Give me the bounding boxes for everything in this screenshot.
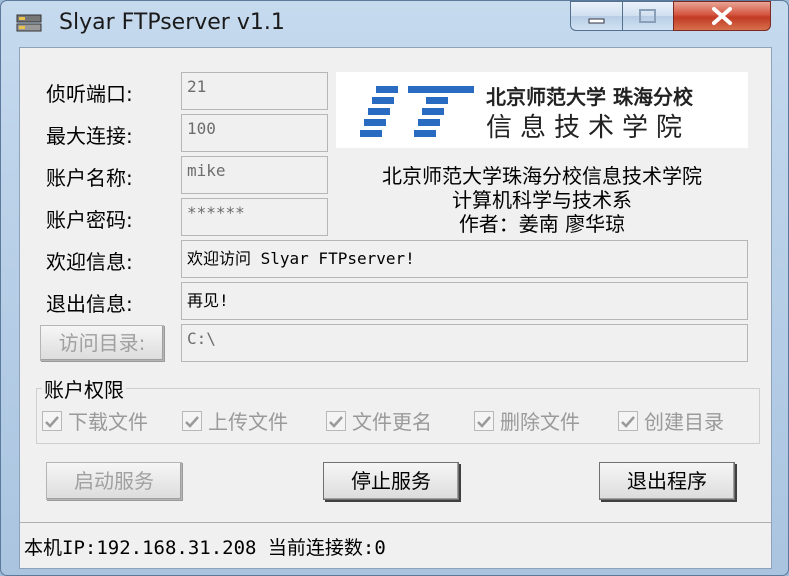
permissions-title: 账户权限 (42, 374, 126, 403)
status-text: 本机IP:192.168.31.208 当前连接数:0 (24, 537, 386, 559)
max-connections-label: 最大连接: (46, 124, 133, 148)
app-window: Slyar FTPserver v1.1 侦听端口: 21 最大连接: 100 … (0, 0, 789, 576)
rename-permission-checkbox[interactable]: 文件更名 (326, 406, 432, 434)
info-authors: 作者：姜南 廖华琼 (458, 212, 626, 236)
main-panel: 侦听端口: 21 最大连接: 100 账户名称: mike 账户密码: ****… (19, 47, 772, 569)
rename-permission-label: 文件更名 (352, 410, 432, 434)
welcome-label: 欢迎信息: (46, 250, 133, 274)
logo-line2: 信息技术学院 (486, 113, 690, 143)
minimize-icon (588, 18, 605, 24)
checkbox-icon (326, 411, 346, 431)
status-bar: 本机IP:192.168.31.208 当前连接数:0 (20, 522, 771, 569)
logo-line1: 北京师范大学 珠海分校 (486, 85, 694, 109)
max-connections-field[interactable]: 100 (181, 114, 328, 152)
password-label: 账户密码: (46, 208, 133, 232)
close-button[interactable] (673, 1, 771, 31)
directory-path-field[interactable]: C:\ (181, 324, 748, 362)
exit-program-button[interactable]: 退出程序 (599, 462, 735, 500)
welcome-message-field[interactable]: 欢迎访问 Slyar FTPserver! (181, 240, 748, 278)
stop-service-button[interactable]: 停止服务 (323, 462, 459, 500)
window-title: Slyar FTPserver v1.1 (59, 10, 285, 35)
checkbox-icon (182, 411, 202, 431)
upload-permission-label: 上传文件 (208, 410, 288, 434)
maximize-icon (639, 9, 656, 23)
checkbox-icon (42, 411, 62, 431)
delete-permission-checkbox[interactable]: 删除文件 (474, 406, 580, 434)
port-label: 侦听端口: (46, 82, 133, 106)
maximize-button[interactable] (622, 1, 674, 31)
checkbox-icon (618, 411, 638, 431)
access-directory-button[interactable]: 访问目录: (40, 325, 164, 361)
title-bar[interactable]: Slyar FTPserver v1.1 (1, 1, 788, 45)
checkbox-icon (474, 411, 494, 431)
minimize-button[interactable] (570, 1, 623, 31)
create-dir-permission-checkbox[interactable]: 创建目录 (618, 406, 724, 434)
exit-message-label: 退出信息: (46, 292, 133, 316)
username-label: 账户名称: (46, 166, 133, 190)
server-app-icon (16, 14, 42, 32)
download-permission-checkbox[interactable]: 下载文件 (42, 406, 148, 434)
it-logo-graphic: 北京师范大学 珠海分校 信息技术学院 (360, 85, 694, 143)
username-field[interactable]: mike (181, 156, 328, 194)
delete-permission-label: 删除文件 (500, 410, 580, 434)
port-field[interactable]: 21 (181, 72, 328, 110)
upload-permission-checkbox[interactable]: 上传文件 (182, 406, 288, 434)
exit-message-field[interactable]: 再见! (181, 282, 748, 320)
download-permission-label: 下载文件 (68, 410, 148, 434)
start-service-button[interactable]: 启动服务 (46, 462, 182, 500)
close-icon (712, 7, 732, 25)
create-dir-permission-label: 创建目录 (644, 410, 724, 434)
college-logo: 北京师范大学 珠海分校 信息技术学院 (336, 72, 748, 148)
password-field[interactable]: ****** (181, 198, 328, 236)
